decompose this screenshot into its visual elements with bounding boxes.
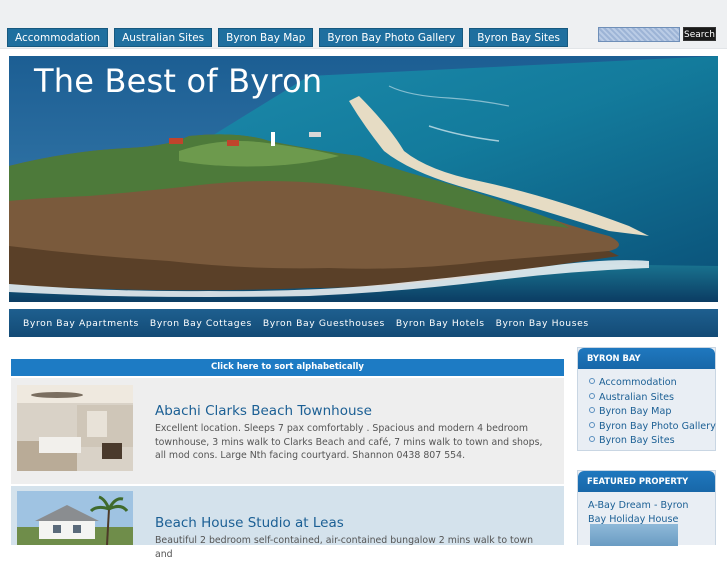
sub-nav-guesthouses[interactable]: Byron Bay Guesthouses xyxy=(263,318,385,329)
listing-thumbnail[interactable] xyxy=(17,385,133,471)
sub-nav: Byron Bay Apartments Byron Bay Cottages … xyxy=(9,309,718,337)
search-button[interactable]: Search xyxy=(683,27,716,41)
sub-nav-cottages[interactable]: Byron Bay Cottages xyxy=(150,318,252,329)
search-input[interactable] xyxy=(598,27,680,42)
sidebar-item-byron-bay-sites[interactable]: Byron Bay Sites xyxy=(589,434,715,449)
bullet-icon xyxy=(589,407,595,414)
interior-photo-illustration xyxy=(17,385,133,471)
bullet-icon xyxy=(589,421,595,428)
sub-nav-apartments[interactable]: Byron Bay Apartments xyxy=(23,318,139,329)
bullet-icon xyxy=(589,378,595,384)
listing-item: Abachi Clarks Beach Townhouse Excellent … xyxy=(11,378,564,484)
top-nav-australian-sites[interactable]: Australian Sites xyxy=(114,28,213,47)
featured-property-link[interactable]: A-Bay Dream - Byron Bay Holiday House xyxy=(578,492,715,526)
listing-description: Beautiful 2 bedroom self-contained, air-… xyxy=(155,535,534,560)
bullet-icon xyxy=(589,436,595,443)
top-nav-byron-bay-sites[interactable]: Byron Bay Sites xyxy=(469,28,568,47)
house-photo-illustration xyxy=(17,491,133,545)
top-nav: Accommodation Australian Sites Byron Bay… xyxy=(7,28,568,47)
listing-title[interactable]: Beach House Studio at Leas xyxy=(155,515,344,531)
top-nav-byron-bay-map[interactable]: Byron Bay Map xyxy=(218,28,314,47)
sidebar-item-label: Accommodation xyxy=(599,377,677,388)
sidebar-featured-property: FEATURED PROPERTY A-Bay Dream - Byron Ba… xyxy=(577,470,716,546)
featured-property-thumbnail[interactable] xyxy=(590,524,678,546)
sub-nav-hotels[interactable]: Byron Bay Hotels xyxy=(396,318,485,329)
sidebar-item-byron-bay-map[interactable]: Byron Bay Map xyxy=(589,405,715,420)
sub-nav-houses[interactable]: Byron Bay Houses xyxy=(496,318,589,329)
site-title: The Best of Byron xyxy=(34,62,323,100)
sidebar-list: Accommodation Australian Sites Byron Bay… xyxy=(578,369,716,449)
listing-title[interactable]: Abachi Clarks Beach Townhouse xyxy=(155,403,372,419)
sidebar-item-label: Australian Sites xyxy=(599,391,674,403)
sidebar-heading: BYRON BAY xyxy=(578,348,715,369)
listing-description: Excellent location. Sleeps 7 pax comfort… xyxy=(155,423,543,462)
sidebar-heading: FEATURED PROPERTY xyxy=(578,471,715,492)
sidebar-item-label: Byron Bay Photo Gallery xyxy=(599,420,716,432)
sidebar-item-accommodation[interactable]: Accommodation xyxy=(589,376,715,391)
top-nav-photo-gallery[interactable]: Byron Bay Photo Gallery xyxy=(319,28,464,47)
sort-alphabetically-button[interactable]: Click here to sort alphabetically xyxy=(11,359,564,376)
top-nav-accommodation[interactable]: Accommodation xyxy=(7,28,109,47)
listing-item: Beach House Studio at Leas Beautiful 2 b… xyxy=(11,486,564,560)
sidebar-item-label: Byron Bay Map xyxy=(599,406,672,418)
sidebar-byron-bay: BYRON BAY Accommodation Australian Sites… xyxy=(577,347,716,451)
listing-thumbnail[interactable] xyxy=(17,491,133,545)
sidebar-item-label: Byron Bay Sites xyxy=(599,435,675,447)
sidebar-item-australian-sites[interactable]: Australian Sites xyxy=(589,391,715,406)
bullet-icon xyxy=(589,392,595,399)
sidebar-item-photo-gallery[interactable]: Byron Bay Photo Gallery xyxy=(589,420,716,435)
